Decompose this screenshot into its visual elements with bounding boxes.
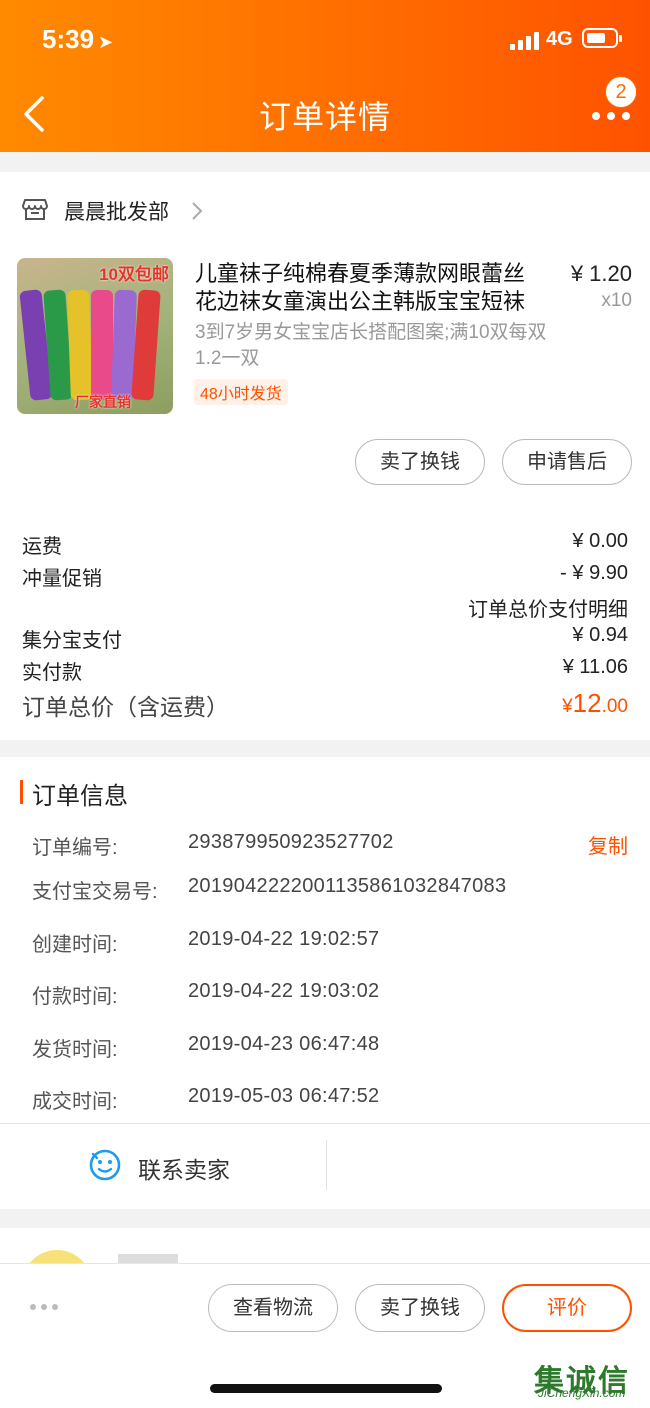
- shop-name[interactable]: 晨晨批发部: [64, 196, 169, 226]
- more-menu-icon[interactable]: [592, 112, 632, 122]
- alipay-trade-value: 2019042222001135861032847083: [188, 875, 507, 897]
- watermark: 集诚信 JiChengXin.com: [534, 1356, 646, 1404]
- total-integer: 12: [572, 688, 602, 718]
- chat-smile-icon[interactable]: [88, 1148, 122, 1182]
- chevron-right-icon[interactable]: [190, 200, 204, 222]
- jifenbao-label: 集分宝支付: [22, 630, 122, 652]
- promo-value: - ¥ 9.90: [560, 562, 628, 584]
- order-number-value: 293879950923527702: [188, 831, 394, 853]
- more-actions-icon[interactable]: [30, 1304, 60, 1310]
- product-image-tag: 10双包邮: [99, 265, 169, 284]
- paid-amount-value: ¥ 11.06: [562, 656, 628, 678]
- completed-time-value: 2019-05-03 06:47:52: [188, 1085, 380, 1107]
- product-sku: 3到7岁男女宝宝店长搭配图案;满10双每双1.2一双: [195, 322, 547, 369]
- created-time-value: 2019-04-22 19:02:57: [188, 928, 380, 950]
- order-number-label: 订单编号:: [32, 837, 118, 859]
- product-thumbnail[interactable]: 10双包邮 厂家直销: [17, 258, 173, 414]
- shipping-time-tag: 48小时发货: [194, 379, 288, 405]
- location-arrow-icon: ➤: [98, 32, 114, 52]
- recommendation-card: [0, 1228, 650, 1268]
- shipped-time-value: 2019-04-23 06:47:48: [188, 1033, 380, 1055]
- paid-amount-label: 实付款: [22, 662, 82, 684]
- shipping-fee-value: ¥ 0.00: [572, 530, 628, 552]
- shipping-fee-label: 运费: [22, 536, 62, 558]
- sell-for-cash-bottom-button[interactable]: 卖了换钱: [355, 1284, 485, 1332]
- shop-icon: [22, 199, 48, 220]
- total-currency: ¥: [562, 696, 573, 717]
- home-indicator[interactable]: [210, 1384, 442, 1393]
- header: 5:39 ➤ 4G 订单详情 2: [0, 0, 650, 152]
- page-title: 订单详情: [258, 99, 391, 135]
- order-info-title: 订单信息: [32, 783, 128, 810]
- divider: [0, 1123, 650, 1124]
- order-total-label: 订单总价（含运费）: [22, 694, 229, 720]
- network-type: 4G: [546, 28, 573, 50]
- message-count-badge[interactable]: 2: [605, 76, 637, 108]
- alipay-trade-label: 支付宝交易号:: [32, 881, 158, 903]
- contact-seller-button[interactable]: 联系卖家: [138, 1151, 230, 1185]
- view-logistics-button[interactable]: 查看物流: [208, 1284, 338, 1332]
- status-time-text: 5:39: [42, 24, 95, 54]
- product-quantity: x10: [601, 290, 632, 311]
- shipped-time-label: 发货时间:: [32, 1039, 118, 1061]
- payment-detail-link[interactable]: 订单总价支付明细: [468, 593, 628, 622]
- vertical-divider: [326, 1140, 327, 1190]
- product-price: ¥ 1.20: [570, 261, 632, 286]
- jifenbao-value: ¥ 0.94: [572, 624, 628, 646]
- battery-icon: [582, 28, 622, 48]
- completed-time-label: 成交时间:: [32, 1091, 118, 1113]
- status-time: 5:39 ➤: [42, 24, 113, 55]
- copy-order-number-button[interactable]: 复制: [588, 830, 628, 859]
- order-total-value: ¥12.00: [562, 688, 628, 719]
- after-sale-button[interactable]: 申请售后: [502, 439, 632, 485]
- created-time-label: 创建时间:: [32, 934, 118, 956]
- watermark-english: JiChengXin.com: [538, 1386, 626, 1400]
- review-button[interactable]: 评价: [502, 1284, 632, 1332]
- cell-signal-icon: [510, 30, 540, 50]
- product-image-footer: 厂家直销: [75, 394, 131, 410]
- product-title[interactable]: 儿童袜子纯棉春夏季薄款网眼蕾丝花边袜女童演出公主韩版宝宝短袜: [195, 260, 545, 316]
- sell-for-cash-button[interactable]: 卖了换钱: [355, 439, 485, 485]
- total-decimal: .00: [601, 696, 628, 717]
- promo-label: 冲量促销: [22, 568, 102, 590]
- paid-time-value: 2019-04-22 19:03:02: [188, 980, 380, 1002]
- section-accent-bar: [20, 780, 23, 804]
- paid-time-label: 付款时间:: [32, 986, 118, 1008]
